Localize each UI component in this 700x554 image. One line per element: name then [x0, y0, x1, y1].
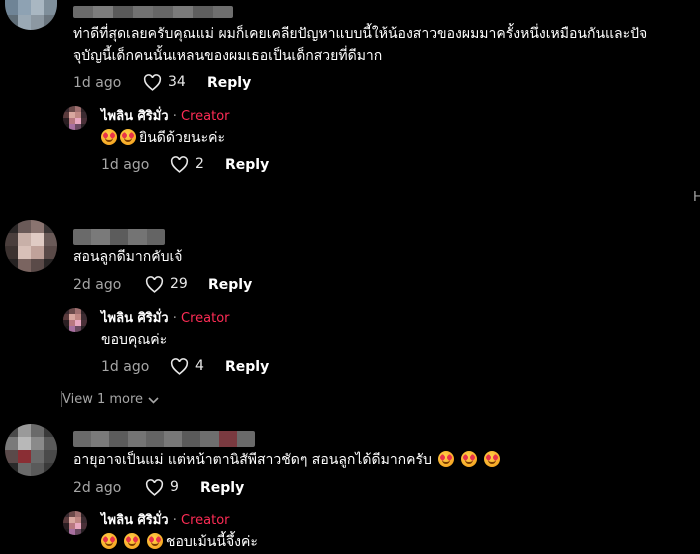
creator-header: ไพลิน ศิริมั่ว · Creator: [101, 108, 230, 126]
like-button[interactable]: 2: [170, 155, 204, 173]
edge-letter: H: [693, 190, 700, 205]
comment-time: 2d ago: [73, 277, 122, 293]
avatar[interactable]: [5, 424, 57, 476]
emoji-heart-eyes-icon: [147, 533, 163, 549]
creator-reply-text: ยินดีด้วยนะค่ะ: [101, 127, 225, 149]
emoji-heart-eyes-icon: [461, 451, 478, 467]
comment-text-line: อายุอาจเป็นแม่ แต่หน้าตานิสัพีสาวชัดๆ สอ…: [73, 449, 503, 471]
view-more-label: View 1 more: [62, 392, 144, 407]
like-count: 34: [168, 74, 186, 90]
comment-time: 2d ago: [73, 480, 122, 496]
creator-name[interactable]: ไพลิน ศิริมั่ว: [101, 109, 169, 124]
emoji-heart-eyes-icon: [484, 451, 501, 467]
username-blurred[interactable]: [73, 431, 255, 447]
emoji-heart-eyes-icon: [120, 129, 136, 145]
avatar[interactable]: [5, 220, 57, 272]
like-count: 4: [195, 358, 204, 374]
creator-badge: Creator: [181, 109, 230, 124]
heart-icon: [170, 155, 189, 173]
comment-time: 1d ago: [73, 75, 122, 91]
creator-header: ไพลิน ศิริมั่ว · Creator: [101, 310, 230, 328]
separator: ·: [172, 513, 177, 528]
creator-reply-text: ขอบคุณค่ะ: [101, 332, 168, 348]
creator-avatar[interactable]: [63, 308, 87, 332]
emoji-heart-eyes-icon: [438, 451, 455, 467]
username-blurred[interactable]: [73, 6, 233, 18]
like-button[interactable]: 4: [170, 357, 204, 375]
reply-button[interactable]: Reply: [225, 156, 269, 174]
separator: ·: [172, 311, 177, 326]
separator: ·: [172, 109, 177, 124]
like-button[interactable]: 29: [145, 275, 188, 293]
reply-button[interactable]: Reply: [200, 479, 244, 497]
emoji-heart-eyes-icon: [101, 533, 117, 549]
creator-name[interactable]: ไพลิน ศิริมั่ว: [101, 513, 169, 528]
creator-header: ไพลิน ศิริมั่ว · Creator: [101, 512, 230, 530]
creator-badge: Creator: [181, 311, 230, 326]
like-button[interactable]: 9: [145, 478, 179, 496]
like-count: 9: [170, 479, 179, 495]
comment-text-line: สอนลูกดีมากคับเจ้: [73, 249, 183, 265]
heart-icon: [170, 357, 189, 375]
heart-icon: [145, 275, 164, 293]
reply-time: 1d ago: [101, 359, 150, 375]
heart-icon: [145, 478, 164, 496]
reply-button[interactable]: Reply: [207, 74, 251, 92]
like-count: 2: [195, 156, 204, 172]
creator-name[interactable]: ไพลิน ศิริมั่ว: [101, 311, 169, 326]
username-blurred[interactable]: [73, 229, 165, 245]
comment-text-line: ท่าดีที่สุดเลยครับคุณแม่ ผมก็เคยเคลียปัญ…: [73, 26, 648, 42]
reply-time: 1d ago: [101, 157, 150, 173]
comments-panel: ท่าดีที่สุดเลยครับคุณแม่ ผมก็เคยเคลียปัญ…: [0, 0, 700, 554]
emoji-heart-eyes-icon: [101, 129, 117, 145]
creator-avatar[interactable]: [63, 511, 87, 535]
view-more-button[interactable]: View 1 more: [62, 391, 159, 409]
creator-badge: Creator: [181, 513, 230, 528]
heart-icon: [143, 73, 162, 91]
creator-avatar[interactable]: [63, 106, 87, 130]
comment-text-line: จุบัญนี้เด็กคนนั้นเหลนของผมเธอเป็นเด็กสว…: [73, 48, 383, 64]
creator-reply-text: ชอบเม้นนี้จึ้งค่ะ: [101, 531, 258, 553]
avatar[interactable]: [5, 0, 57, 30]
reply-button[interactable]: Reply: [208, 276, 252, 294]
like-button[interactable]: 34: [143, 73, 186, 91]
chevron-down-icon: [148, 396, 159, 404]
reply-button[interactable]: Reply: [225, 358, 269, 376]
emoji-heart-eyes-icon: [124, 533, 140, 549]
like-count: 29: [170, 276, 188, 292]
